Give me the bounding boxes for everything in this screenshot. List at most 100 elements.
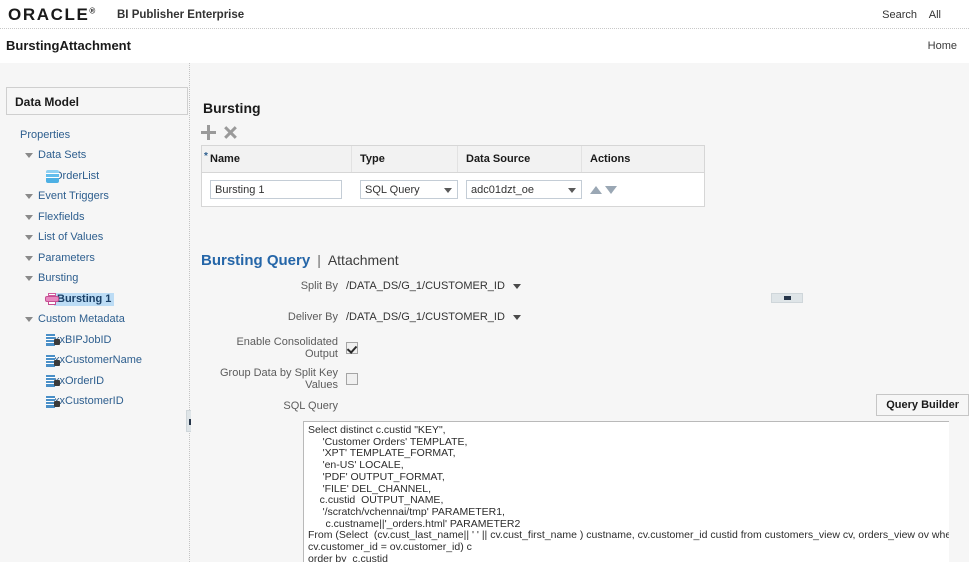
page-title: BurstingAttachment [6,38,131,53]
group-data-label: Group Data by Split Key Values [219,367,338,391]
cell-actions [582,185,704,194]
sql-query-row: SQL Query [201,397,346,415]
table-row: SQL Query adc01dzt_oe [202,173,704,206]
cell-data-source: adc01dzt_oe [458,180,582,199]
column-header-actions: Actions [590,153,631,165]
tree-item-label: Custom Metadata [38,313,125,326]
tree-item-label: Data Sets [38,149,87,162]
column-header-data-source: Data Source [458,146,582,172]
cell-type: SQL Query [352,180,458,199]
tree-item-event-triggers[interactable]: Event Triggers [0,187,189,208]
tree-item-label: Event Triggers [38,190,109,203]
tab-separator: | [317,252,321,268]
expand-collapse-icon[interactable] [25,213,35,222]
tree-item-label: Flexfields [38,210,85,223]
home-link[interactable]: Home [928,40,957,52]
tree-item-bursting-1[interactable]: Bursting 1 [0,289,189,310]
metadata-icon [46,334,60,347]
enable-consolidated-output-checkbox[interactable] [346,342,358,354]
horizontal-splitter-handle[interactable] [771,293,803,303]
page-title-bar: BurstingAttachment Home [0,29,969,63]
search-label[interactable]: Search [882,9,917,21]
sql-query-editor[interactable]: Select distinct c.custid "KEY", 'Custome… [303,421,949,562]
deliver-by-value: /DATA_DS/G_1/CUSTOMER_ID [346,311,505,323]
bursting-data-source-select[interactable]: adc01dzt_oe [466,180,582,199]
dataset-icon [46,169,59,183]
oracle-logo: ORACLE® [8,5,95,25]
tree-item-label: xxBIPJobID [54,333,112,346]
column-header-name-label: Name [210,153,240,165]
bursting-type-value: SQL Query [365,184,420,196]
expand-collapse-icon[interactable] [25,233,35,242]
sql-query-label: SQL Query [283,400,338,412]
tab-attachment[interactable]: Attachment [328,252,399,268]
split-by-value: /DATA_DS/G_1/CUSTOMER_ID [346,280,505,292]
expand-collapse-icon[interactable] [25,151,35,160]
column-header-name: * Name [202,146,352,172]
tree-item-flexfields[interactable]: Flexfields [0,207,189,228]
query-builder-button[interactable]: Query Builder [876,394,969,416]
oracle-wordmark: ORACLE [8,5,90,24]
tree-item-custom-metadata[interactable]: Custom Metadata [0,310,189,331]
bursting-table: * Name Type Data Source Actions SQL Quer… [201,145,705,207]
group-data-row: Group Data by Split Key Values [201,367,358,391]
chevron-down-icon[interactable] [512,314,521,320]
tree-item-label: Bursting 1 [54,292,115,306]
tree-item-label: Properties [20,128,71,141]
printer-icon [45,293,59,306]
tree-item-list-of-values[interactable]: List of Values [0,228,189,249]
add-icon[interactable] [201,125,216,140]
bursting-name-input[interactable] [210,180,342,199]
query-tabs: Bursting Query | Attachment [201,252,399,269]
tree-item-label: xxCustomerID [54,395,124,408]
tree-item-bursting[interactable]: Bursting [0,269,189,290]
expand-collapse-icon[interactable] [25,274,35,283]
deliver-by-label: Deliver By [287,311,338,323]
content-area: Data Model Properties Data Sets OrderList E… [0,63,969,562]
metadata-icon [46,395,60,408]
sql-query-text: Select distinct c.custid "KEY", 'Custome… [308,424,949,562]
deliver-by-row: Deliver By /DATA_DS/G_1/CUSTOMER_ID [201,308,521,326]
delete-icon[interactable] [223,125,238,140]
chevron-down-icon [568,188,576,193]
chevron-down-icon [444,188,452,193]
move-down-icon[interactable] [605,185,617,194]
bursting-main-panel: Bursting * Name Type Data Source Actions [191,63,969,562]
tree-item-parameters[interactable]: Parameters [0,248,189,269]
required-marker: * [204,151,208,162]
metadata-icon [46,354,60,367]
row-reorder-controls [590,185,704,194]
tree-item-xxcustomername[interactable]: xxCustomerName [0,351,189,372]
tree-item-xxcustomerid[interactable]: xxCustomerID [0,392,189,413]
tab-bursting-query[interactable]: Bursting Query [201,252,310,269]
registered-mark: ® [89,6,96,16]
tree-item-label: List of Values [38,231,104,244]
bursting-data-source-value: adc01dzt_oe [471,184,534,196]
split-by-label: Split By [300,280,338,292]
chevron-down-icon[interactable] [512,283,521,289]
tree-item-properties[interactable]: Properties [0,125,189,146]
product-name: BI Publisher Enterprise [117,9,245,21]
metadata-icon [46,375,60,388]
expand-collapse-icon[interactable] [25,254,35,263]
search-scope-all[interactable]: All [929,9,941,21]
data-model-tree: Properties Data Sets OrderList Event Trigge… [0,125,189,412]
bursting-section-title: Bursting [203,100,261,116]
tree-item-xxorderid[interactable]: xxOrderID [0,371,189,392]
tree-item-label: xxOrderID [54,374,105,387]
group-data-checkbox[interactable] [346,373,358,385]
expand-collapse-icon[interactable] [25,315,35,324]
bursting-type-select[interactable]: SQL Query [360,180,458,199]
expand-collapse-icon[interactable] [25,192,35,201]
move-up-icon[interactable] [590,185,602,194]
tree-item-orderlist[interactable]: OrderList [0,166,189,187]
tree-item-label: xxCustomerName [54,354,143,367]
tree-item-data-sets[interactable]: Data Sets [0,146,189,167]
data-model-panel: Data Model Properties Data Sets OrderList E… [0,63,190,562]
tree-item-xxbipjobid[interactable]: xxBIPJobID [0,330,189,351]
cell-name [202,180,352,199]
enable-consolidated-output-label: Enable Consolidated Output [236,336,338,360]
column-header-type: Type [352,146,458,172]
split-by-row: Split By /DATA_DS/G_1/CUSTOMER_ID [201,277,521,295]
tree-item-label: Parameters [38,251,95,264]
